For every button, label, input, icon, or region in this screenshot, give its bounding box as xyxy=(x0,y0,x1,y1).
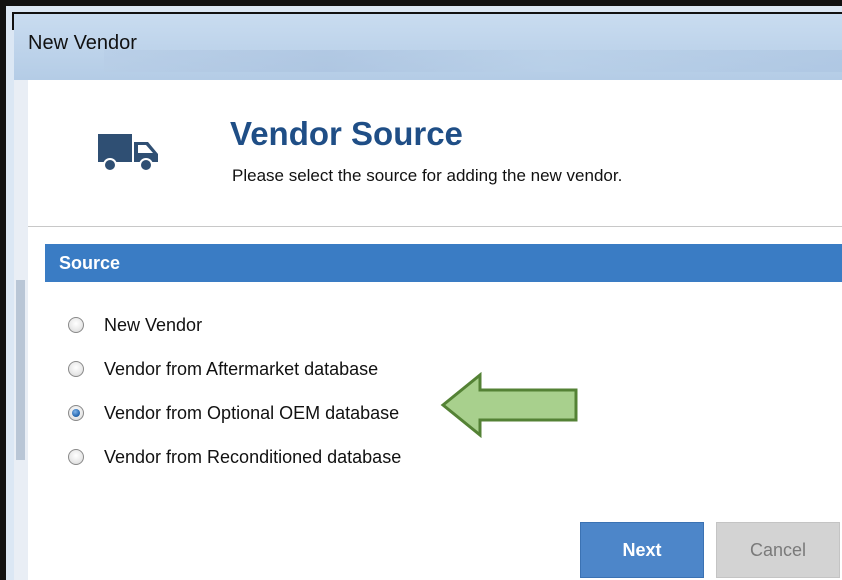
option-label: New Vendor xyxy=(104,314,203,335)
left-arrow-icon xyxy=(440,372,578,438)
cancel-button[interactable]: Cancel xyxy=(716,522,840,578)
window-title: New Vendor xyxy=(28,32,137,54)
radio-button[interactable] xyxy=(68,361,84,377)
option-label: Vendor from Reconditioned database xyxy=(104,446,402,467)
page-subtitle: Please select the source for adding the … xyxy=(232,166,623,185)
radio-button-checked[interactable] xyxy=(68,405,84,421)
page-title: Vendor Source xyxy=(230,115,463,152)
option-aftermarket-database[interactable]: Vendor from Aftermarket database xyxy=(68,354,378,384)
dialog: Vendor Source Please select the source f… xyxy=(28,80,842,580)
scrollbar-thumb[interactable] xyxy=(16,280,25,460)
radio-button[interactable] xyxy=(68,317,84,333)
option-label: Vendor from Aftermarket database xyxy=(104,358,379,379)
source-section-header: Source xyxy=(45,244,842,282)
option-label: Vendor from Optional OEM database xyxy=(104,402,400,423)
option-new-vendor[interactable]: New Vendor xyxy=(68,310,202,340)
option-reconditioned-database[interactable]: Vendor from Reconditioned database xyxy=(68,442,401,472)
section-title: Source xyxy=(59,253,121,273)
titlebar xyxy=(14,14,842,80)
radio-button[interactable] xyxy=(68,449,84,465)
option-optional-oem-database[interactable]: Vendor from Optional OEM database xyxy=(68,398,399,428)
dialog-header: Vendor Source Please select the source f… xyxy=(28,80,842,227)
next-button[interactable]: Next xyxy=(580,522,704,578)
truck-icon xyxy=(98,134,158,172)
left-scrollbar[interactable] xyxy=(14,80,28,580)
titlebar-background-toolbar xyxy=(104,50,842,72)
